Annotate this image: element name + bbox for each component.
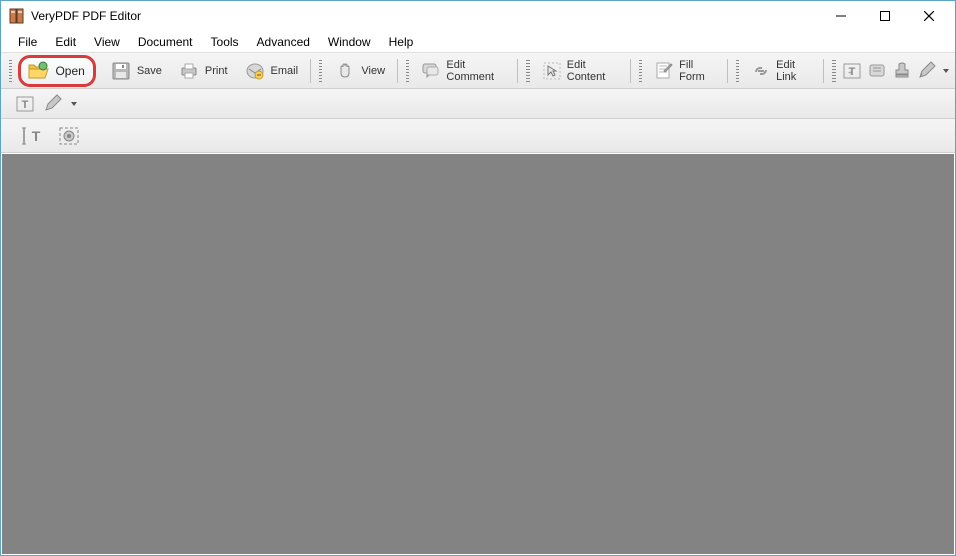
- save-icon: [110, 60, 132, 82]
- close-button[interactable]: [907, 2, 951, 30]
- svg-text:T: T: [32, 128, 41, 144]
- menu-view[interactable]: View: [85, 33, 129, 51]
- cursor-icon: [542, 60, 562, 82]
- edit-content-button[interactable]: Edit Content: [536, 56, 624, 86]
- window-controls: [819, 2, 951, 30]
- edit-link-button[interactable]: Edit Link: [745, 56, 817, 86]
- toolbar-grip: [319, 60, 322, 82]
- window: VeryPDF PDF Editor File Edit View Docume…: [0, 0, 956, 556]
- toolbar-separator: [630, 59, 631, 83]
- toolbar-grip: [832, 60, 835, 82]
- dropdown-icon[interactable]: [943, 69, 949, 73]
- menu-tools[interactable]: Tools: [202, 33, 248, 51]
- fill-form-button[interactable]: Fill Form: [648, 56, 721, 86]
- window-title: VeryPDF PDF Editor: [31, 9, 819, 23]
- menu-window[interactable]: Window: [319, 33, 380, 51]
- toolbar-grip: [639, 60, 642, 82]
- view-button[interactable]: View: [328, 57, 391, 85]
- stamp-icon[interactable]: [891, 59, 912, 83]
- toolbar-separator: [310, 59, 311, 83]
- toolbar-grip: [526, 60, 529, 82]
- pencil-icon[interactable]: [916, 59, 937, 83]
- menu-file[interactable]: File: [9, 33, 46, 51]
- app-icon: [9, 8, 25, 24]
- menu-edit[interactable]: Edit: [46, 33, 85, 51]
- fill-form-label: Fill Form: [679, 59, 715, 83]
- dropdown-icon[interactable]: [71, 102, 77, 106]
- toolbar-separator: [823, 59, 824, 83]
- open-label: Open: [55, 64, 84, 78]
- link-icon: [751, 60, 771, 82]
- hand-icon: [334, 60, 356, 82]
- email-button[interactable]: Email: [238, 57, 305, 85]
- edit-content-label: Edit Content: [567, 59, 618, 83]
- edit-comment-label: Edit Comment: [446, 59, 505, 83]
- snapshot-icon[interactable]: [55, 124, 83, 148]
- maximize-button[interactable]: [863, 2, 907, 30]
- email-label: Email: [271, 65, 299, 77]
- menu-document[interactable]: Document: [129, 33, 202, 51]
- text-box-icon[interactable]: T+: [842, 59, 863, 83]
- note-icon[interactable]: [866, 59, 887, 83]
- print-button[interactable]: Print: [172, 57, 234, 85]
- save-label: Save: [137, 65, 162, 77]
- menubar: File Edit View Document Tools Advanced W…: [1, 31, 955, 53]
- toolbar-grip: [406, 60, 409, 82]
- toolbar-grip: [736, 60, 739, 82]
- form-icon: [654, 60, 674, 82]
- comment-icon: [421, 60, 441, 82]
- save-button[interactable]: Save: [104, 57, 168, 85]
- toolbar-secondary: T: [1, 89, 955, 119]
- titlebar: VeryPDF PDF Editor: [1, 1, 955, 31]
- toolbar-separator: [397, 59, 398, 83]
- folder-open-icon: [27, 60, 49, 82]
- open-button[interactable]: Open: [18, 55, 95, 87]
- menu-advanced[interactable]: Advanced: [248, 33, 319, 51]
- menu-help[interactable]: Help: [380, 33, 423, 51]
- toolbar-grip: [9, 60, 12, 82]
- edit-link-label: Edit Link: [776, 59, 811, 83]
- text-tool-icon[interactable]: T: [13, 92, 37, 116]
- toolbar-separator: [517, 59, 518, 83]
- svg-text:+: +: [848, 70, 852, 77]
- view-label: View: [361, 65, 385, 77]
- email-icon: [244, 60, 266, 82]
- document-area: [2, 154, 954, 554]
- toolbar-separator: [727, 59, 728, 83]
- text-cursor-icon[interactable]: T: [19, 124, 47, 148]
- toolbar-main: Open Save Print Email View: [1, 53, 955, 89]
- toolbar-tertiary: T: [1, 119, 955, 153]
- svg-text:T: T: [22, 99, 29, 111]
- edit-comment-button[interactable]: Edit Comment: [415, 56, 511, 86]
- edit-pencil-icon[interactable]: [41, 92, 65, 116]
- print-label: Print: [205, 65, 228, 77]
- minimize-button[interactable]: [819, 2, 863, 30]
- printer-icon: [178, 60, 200, 82]
